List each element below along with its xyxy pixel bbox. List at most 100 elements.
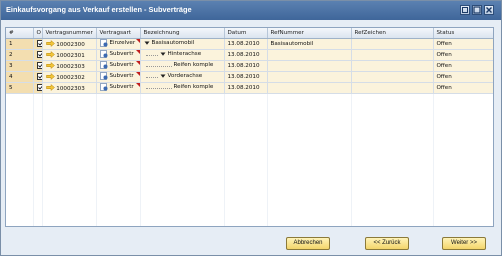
bezeichnung-value: Hinterachse <box>167 51 202 58</box>
empty-row <box>6 163 493 173</box>
vertragsnummer-value: 10002300 <box>56 42 85 48</box>
expand-chevron-down-icon[interactable] <box>160 51 166 57</box>
refnummer-cell[interactable] <box>267 49 352 61</box>
vertragsart-cell[interactable]: Subvertr <box>96 82 141 94</box>
link-arrow-icon[interactable] <box>45 39 55 48</box>
bezeichnung-value: Reifen komple <box>173 62 214 69</box>
restore-button[interactable] <box>460 5 470 15</box>
vertragsart-cell[interactable]: Subvertr <box>96 71 141 83</box>
refnummer-cell[interactable] <box>267 60 352 72</box>
vertragsart-cell[interactable]: Subvertr <box>96 60 141 72</box>
datum-cell: 13.08.2010 <box>224 71 268 83</box>
close-button[interactable] <box>484 5 494 15</box>
refzeichen-cell[interactable] <box>351 71 434 83</box>
table-row[interactable]: 5 10002303 Subvertr Reifen komple 13.08.… <box>6 82 493 94</box>
status-cell: Offen <box>433 82 493 94</box>
col-header-bezeichnung[interactable]: Bezeichnung <box>140 28 225 39</box>
vertragsart-value: Subvertr <box>109 50 134 57</box>
vertragsart-cell[interactable]: Einzelver <box>96 38 141 50</box>
vertragsart-value: Subvertr <box>109 61 134 68</box>
col-header-num[interactable]: # <box>6 28 34 39</box>
row-number: 1 <box>6 38 34 50</box>
grid-header-row: # O Vertragsnummer Vertragsart Bezeichnu… <box>6 28 493 39</box>
link-arrow-icon[interactable] <box>45 50 55 59</box>
expand-chevron-down-icon[interactable] <box>144 40 150 46</box>
empty-row <box>6 123 493 133</box>
datum-cell: 13.08.2010 <box>224 38 268 50</box>
bezeichnung-cell: Reifen komple <box>140 60 225 72</box>
expand-chevron-down-icon[interactable] <box>160 73 166 79</box>
vertragsart-cell[interactable]: Subvertr <box>96 49 141 61</box>
row-number: 4 <box>6 71 34 83</box>
link-arrow-icon[interactable] <box>45 83 55 92</box>
empty-row <box>6 113 493 123</box>
cancel-button[interactable]: Abbrechen <box>286 237 330 250</box>
col-header-status[interactable]: Status <box>433 28 493 39</box>
row-number: 2 <box>6 49 34 61</box>
empty-row <box>6 133 493 143</box>
contract-type-icon <box>99 82 108 91</box>
vertragsart-value: Subvertr <box>109 83 134 90</box>
empty-row <box>6 213 493 223</box>
next-button[interactable]: Weiter >> <box>442 237 486 250</box>
dropdown-marker-icon <box>135 60 139 65</box>
refnummer-cell[interactable] <box>267 82 352 94</box>
table-row[interactable]: 4 10002302 Subvertr Vorderachse 13.08.20… <box>6 71 493 83</box>
empty-row <box>6 143 493 153</box>
vertragsnummer-value: 10002302 <box>56 75 85 81</box>
empty-row <box>6 103 493 113</box>
link-arrow-icon[interactable] <box>45 61 55 70</box>
col-header-o[interactable]: O <box>33 28 43 39</box>
bezeichnung-cell: Vorderachse <box>140 71 225 83</box>
vertragsnummer-cell: 10002300 <box>42 38 97 50</box>
contract-type-icon <box>99 60 108 69</box>
row-checkbox-cell[interactable] <box>33 71 43 83</box>
contract-type-icon <box>99 71 108 80</box>
status-cell: Offen <box>433 38 493 50</box>
row-checkbox[interactable] <box>36 84 41 91</box>
table-row[interactable]: 3 10002303 Subvertr Reifen komple 13.08.… <box>6 60 493 72</box>
dropdown-marker-icon <box>135 82 139 87</box>
dropdown-marker-icon <box>135 71 139 76</box>
row-checkbox-cell[interactable] <box>33 38 43 50</box>
refzeichen-cell[interactable] <box>351 82 434 94</box>
row-checkbox-cell[interactable] <box>33 82 43 94</box>
vertragsnummer-value: 10002301 <box>56 53 85 59</box>
maximize-button[interactable] <box>472 5 482 15</box>
title-bar[interactable]: Einkaufsvorgang aus Verkauf erstellen - … <box>1 1 501 20</box>
col-header-vertragsart[interactable]: Vertragsart <box>96 28 141 39</box>
row-checkbox[interactable] <box>36 51 41 58</box>
table-row[interactable]: 2 10002301 Subvertr Hinterachse 13.08.20… <box>6 49 493 61</box>
col-header-refzeichen[interactable]: RefZeichen <box>351 28 434 39</box>
row-checkbox[interactable] <box>36 62 41 69</box>
refzeichen-cell[interactable] <box>351 49 434 61</box>
col-header-refnummer[interactable]: RefNummer <box>267 28 352 39</box>
datum-cell: 13.08.2010 <box>224 82 268 94</box>
empty-row <box>6 93 493 103</box>
row-checkbox[interactable] <box>36 40 41 47</box>
empty-row <box>6 153 493 163</box>
status-cell: Offen <box>433 60 493 72</box>
empty-row <box>6 193 493 203</box>
col-header-datum[interactable]: Datum <box>224 28 268 39</box>
table-row[interactable]: 1 10002300 Einzelver Basisautomobil 13.0… <box>6 38 493 50</box>
row-checkbox-cell[interactable] <box>33 49 43 61</box>
refzeichen-cell[interactable] <box>351 38 434 50</box>
link-arrow-icon[interactable] <box>45 72 55 81</box>
row-number: 3 <box>6 60 34 72</box>
back-button[interactable]: << Zurück <box>365 237 409 250</box>
col-header-vertragsnummer[interactable]: Vertragsnummer <box>42 28 97 39</box>
refnummer-cell[interactable]: Basisautomobil <box>267 38 352 50</box>
row-checkbox-cell[interactable] <box>33 60 43 72</box>
vertragsnummer-cell: 10002301 <box>42 49 97 61</box>
refnummer-cell[interactable] <box>267 71 352 83</box>
vertragsart-value: Subvertr <box>109 72 134 79</box>
bezeichnung-value: Basisautomobil <box>151 39 195 46</box>
status-cell: Offen <box>433 71 493 83</box>
bezeichnung-value: Vorderachse <box>167 73 203 80</box>
subcontracts-grid: # O Vertragsnummer Vertragsart Bezeichnu… <box>5 27 494 227</box>
empty-row <box>6 223 493 226</box>
row-checkbox[interactable] <box>36 73 41 80</box>
refzeichen-cell[interactable] <box>351 60 434 72</box>
empty-row <box>6 183 493 193</box>
